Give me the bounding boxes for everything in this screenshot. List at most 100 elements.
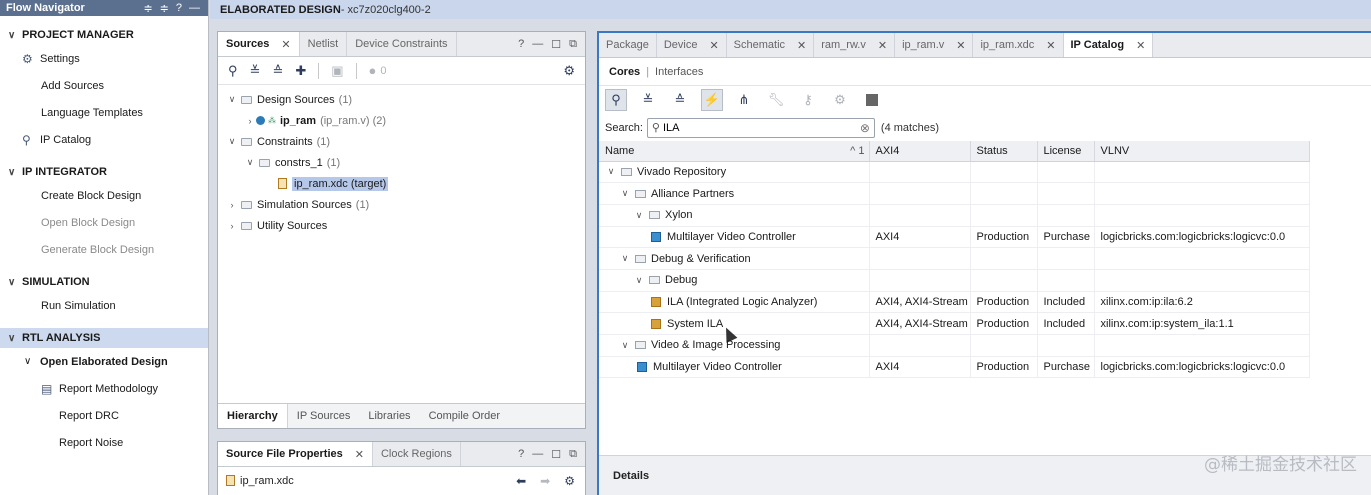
help-icon[interactable]: ?: [518, 448, 524, 460]
nav-report-drc[interactable]: Report DRC: [0, 402, 208, 429]
nav-run-simulation[interactable]: Run Simulation: [0, 292, 208, 319]
nav-create-block-design[interactable]: Create Block Design: [0, 182, 208, 209]
clear-icon[interactable]: ⊗: [860, 121, 870, 135]
stop-icon[interactable]: [861, 89, 883, 111]
nav-language-templates[interactable]: Language Templates: [0, 99, 208, 126]
collapse-all-icon[interactable]: ≚: [637, 89, 659, 111]
tree-item-simulation-sources[interactable]: › Simulation Sources (1): [218, 194, 585, 215]
tree-item-constrs-1[interactable]: ∨ constrs_1 (1): [218, 152, 585, 173]
gear-icon[interactable]: ⚙: [563, 63, 585, 79]
tree-item-constraints[interactable]: ∨ Constraints (1): [218, 131, 585, 152]
table-row[interactable]: ∨ Xylon: [599, 204, 1310, 227]
close-icon[interactable]: ✕: [709, 39, 718, 52]
float-icon[interactable]: ⧉: [569, 448, 577, 461]
collapse-all-icon[interactable]: ≚: [250, 63, 261, 79]
search-icon[interactable]: ⚲: [228, 63, 238, 79]
tab-ip-sources[interactable]: IP Sources: [288, 404, 360, 428]
tab-sources[interactable]: Sources ✕: [218, 32, 300, 56]
nav-report-methodology[interactable]: ▤ Report Methodology: [0, 375, 208, 402]
help-icon[interactable]: ?: [176, 2, 182, 15]
table-row[interactable]: ILA (Integrated Logic Analyzer) AXI4, AXI…: [599, 291, 1310, 314]
table-row[interactable]: Multilayer Video Controller AXI4 Productio…: [599, 356, 1310, 379]
nav-add-sources[interactable]: Add Sources: [0, 72, 208, 99]
minimize-icon[interactable]: —: [532, 38, 543, 50]
close-icon[interactable]: ✕: [355, 448, 364, 461]
minimize-icon[interactable]: —: [532, 448, 543, 460]
chevron-down-icon[interactable]: ∨: [244, 157, 256, 168]
expand-all-icon[interactable]: ≑: [160, 2, 169, 15]
table-row[interactable]: ∨ Alliance Partners: [599, 182, 1310, 205]
tab-ip-ram-xdc[interactable]: ip_ram.xdc ✕: [973, 33, 1064, 57]
tab-netlist[interactable]: Netlist: [300, 32, 348, 56]
tab-compile-order[interactable]: Compile Order: [420, 404, 510, 428]
table-row[interactable]: ∨ Debug & Verification: [599, 247, 1310, 270]
tab-source-file-properties[interactable]: Source File Properties ✕: [218, 442, 373, 466]
close-icon[interactable]: ✕: [797, 39, 806, 52]
section-rtl-analysis[interactable]: ∨ RTL ANALYSIS: [0, 328, 208, 348]
maximize-icon[interactable]: ☐: [551, 448, 561, 461]
chevron-right-icon[interactable]: ›: [226, 221, 238, 231]
chevron-down-icon[interactable]: ∨: [619, 188, 631, 199]
add-icon[interactable]: ✚: [295, 63, 306, 79]
gear-icon[interactable]: ⚙: [564, 474, 575, 488]
minimize-icon[interactable]: —: [189, 2, 200, 15]
maximize-icon[interactable]: ☐: [551, 38, 561, 51]
subtab-cores[interactable]: Cores: [609, 66, 640, 78]
table-row[interactable]: ∨ Vivado Repository: [599, 161, 1310, 184]
tree-item-ip-ram[interactable]: › ⁂ ip_ram (ip_ram.v) (2): [218, 110, 585, 131]
help-icon[interactable]: ?: [518, 38, 524, 50]
key-icon[interactable]: ⚷: [797, 89, 819, 111]
section-ip-integrator[interactable]: ∨ IP INTEGRATOR: [0, 162, 208, 182]
section-simulation[interactable]: ∨ SIMULATION: [0, 272, 208, 292]
close-icon[interactable]: ✕: [1136, 39, 1145, 52]
chevron-down-icon[interactable]: ∨: [605, 166, 617, 177]
info-icon[interactable]: ▣: [331, 63, 343, 79]
table-row[interactable]: ∨ Video & Image Processing: [599, 334, 1310, 357]
close-icon[interactable]: ✕: [281, 38, 290, 51]
close-icon[interactable]: ✕: [878, 39, 887, 52]
tree-item-utility-sources[interactable]: › Utility Sources: [218, 215, 585, 236]
subtab-interfaces[interactable]: Interfaces: [655, 66, 703, 78]
float-icon[interactable]: ⧉: [569, 38, 577, 51]
chevron-down-icon[interactable]: ∨: [619, 253, 631, 264]
search-icon[interactable]: ⚲: [605, 89, 627, 111]
table-row[interactable]: Multilayer Video Controller AXI4 Productio…: [599, 226, 1310, 249]
wrench-icon[interactable]: 🔧︎: [765, 89, 787, 111]
column-status[interactable]: Status: [970, 141, 1038, 162]
tab-device-constraints[interactable]: Device Constraints: [347, 32, 457, 56]
tab-schematic[interactable]: Schematic ✕: [727, 33, 815, 57]
chevron-down-icon[interactable]: ∨: [633, 210, 645, 221]
group-by-icon[interactable]: ⋔: [733, 89, 755, 111]
table-row[interactable]: ∨ Debug: [599, 269, 1310, 292]
expand-all-icon[interactable]: ≙: [669, 89, 691, 111]
tab-libraries[interactable]: Libraries: [359, 404, 419, 428]
tab-hierarchy[interactable]: Hierarchy: [218, 404, 288, 428]
search-input[interactable]: [662, 121, 860, 134]
nav-open-elaborated-design[interactable]: ∨ Open Elaborated Design: [0, 348, 208, 375]
tab-ram-rw-v[interactable]: ram_rw.v ✕: [814, 33, 896, 57]
column-name[interactable]: Name ^ 1: [599, 141, 870, 162]
column-vlnv[interactable]: VLNV: [1094, 141, 1310, 162]
nav-settings[interactable]: ⚙ Settings: [0, 45, 208, 72]
tab-clock-regions[interactable]: Clock Regions: [373, 442, 461, 466]
nav-ip-catalog[interactable]: ⚲ IP Catalog: [0, 126, 208, 153]
collapse-all-icon[interactable]: ≑: [143, 2, 152, 15]
tab-package[interactable]: Package: [599, 33, 657, 57]
expand-all-icon[interactable]: ≙: [272, 63, 283, 79]
table-row[interactable]: System ILA AXI4, AXI4-Stream Production Inc…: [599, 312, 1310, 335]
tree-item-ip-ram-xdc[interactable]: ip_ram.xdc (target): [218, 173, 585, 194]
search-box[interactable]: ⚲ ⊗: [646, 117, 875, 138]
chevron-down-icon[interactable]: ∨: [226, 94, 238, 105]
close-icon[interactable]: ✕: [956, 39, 965, 52]
column-axi4[interactable]: AXI4: [869, 141, 971, 162]
section-project-manager[interactable]: ∨ PROJECT MANAGER: [0, 25, 208, 45]
close-icon[interactable]: ✕: [1046, 39, 1055, 52]
forward-arrow-icon[interactable]: ➡: [540, 474, 550, 488]
settings-icon[interactable]: ⚙: [829, 89, 851, 111]
chevron-down-icon[interactable]: ∨: [619, 340, 631, 351]
chevron-down-icon[interactable]: ∨: [633, 275, 645, 286]
tab-device[interactable]: Device ✕: [657, 33, 727, 57]
tab-ip-ram-v[interactable]: ip_ram.v ✕: [895, 33, 974, 57]
chevron-right-icon[interactable]: ›: [226, 200, 238, 210]
column-license[interactable]: License: [1037, 141, 1095, 162]
